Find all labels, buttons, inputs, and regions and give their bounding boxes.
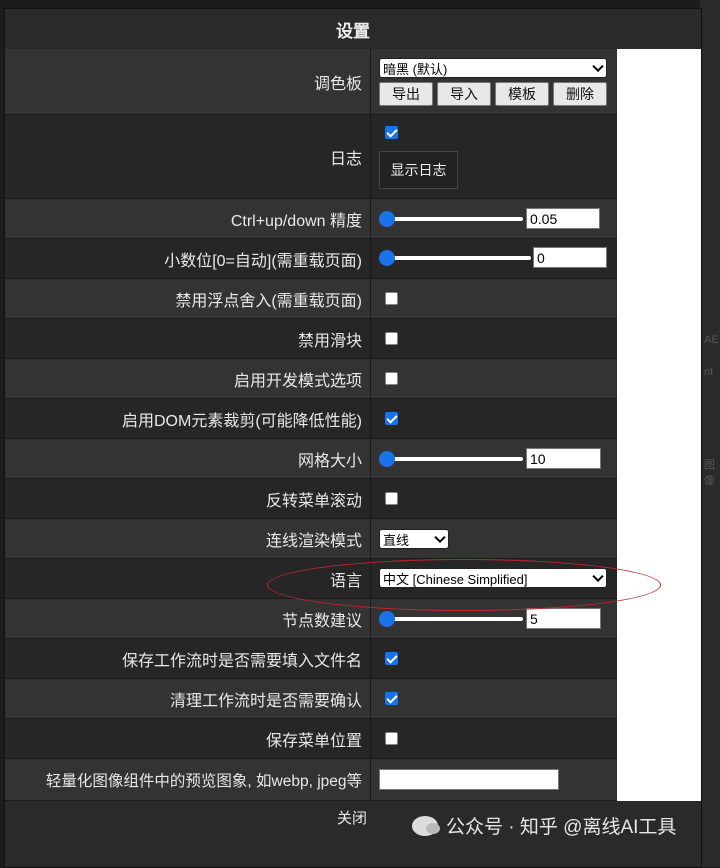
setting-label: 连线渲染模式 (5, 519, 371, 558)
slider-thumb[interactable] (379, 211, 395, 227)
link-render-mode-value: 直线 (383, 532, 410, 548)
preview-format-input[interactable] (379, 769, 559, 790)
setting-row-prompt-filename: 保存工作流时是否需要填入文件名 (5, 639, 617, 679)
setting-label: 反转菜单滚动 (5, 479, 371, 518)
language-select-value: 中文 [Chinese Simplified] (383, 571, 528, 587)
background-text: AE (704, 334, 719, 346)
setting-row-language: 语言 中文 [Chinese Simplified] (5, 559, 617, 599)
show-log-button[interactable]: 显示日志 (379, 151, 458, 189)
export-button[interactable]: 导出 (379, 82, 433, 106)
setting-row-log: 日志 显示日志 (5, 115, 617, 199)
setting-row-link-render-mode: 连线渲染模式 直线 (5, 519, 617, 559)
setting-label: 禁用滑块 (5, 319, 371, 358)
background-text: 图像 (704, 459, 715, 487)
setting-label: 节点数建议 (5, 599, 371, 638)
setting-label: 保存菜单位置 (5, 719, 371, 758)
setting-label: 小数位[0=自动](需重载页面) (5, 239, 371, 278)
setting-row-grid-size: 网格大小 10 (5, 439, 617, 479)
setting-row-palette: 调色板 暗黑 (默认) 导出 导入 模板 删除 (5, 49, 617, 115)
dialog-side-pane (617, 49, 701, 801)
chevron-down-icon (592, 570, 604, 583)
setting-row-decimal-places: 小数位[0=自动](需重载页面) 0 (5, 239, 617, 279)
setting-row-confirm-clear: 清理工作流时是否需要确认 (5, 679, 617, 719)
slider-track (379, 617, 523, 621)
slider-thumb[interactable] (379, 451, 395, 467)
setting-label: 启用开发模式选项 (5, 359, 371, 398)
setting-label: 语言 (5, 559, 371, 598)
close-button[interactable]: 关闭 (337, 807, 367, 828)
wechat-icon (412, 815, 440, 836)
setting-row-save-menu-position: 保存菜单位置 (5, 719, 617, 759)
disable-float-round-checkbox[interactable] (385, 292, 398, 305)
setting-row-node-suggestions: 节点数建议 5 (5, 599, 617, 639)
template-button[interactable]: 模板 (495, 82, 549, 106)
setting-row-dom-clipping: 启用DOM元素裁剪(可能降低性能) (5, 399, 617, 439)
palette-select-value: 暗黑 (默认) (383, 61, 448, 77)
setting-row-invert-menu-scroll: 反转菜单滚动 (5, 479, 617, 519)
background-text: nt (704, 366, 714, 378)
grid-size-input[interactable]: 10 (526, 448, 601, 469)
setting-label: 轻量化图像组件中的预览图象, 如webp, jpeg等 (5, 759, 371, 800)
grid-size-slider[interactable] (379, 451, 523, 467)
setting-label: 网格大小 (5, 439, 371, 478)
slider-thumb[interactable] (379, 250, 395, 266)
node-suggestions-slider[interactable] (379, 611, 523, 627)
node-suggestions-input[interactable]: 5 (526, 608, 601, 629)
decimal-places-slider[interactable] (379, 250, 531, 266)
palette-select[interactable]: 暗黑 (默认) (379, 58, 607, 78)
delete-button[interactable]: 删除 (553, 82, 607, 106)
setting-label: 日志 (5, 115, 371, 198)
link-render-mode-select[interactable]: 直线 (379, 529, 449, 549)
setting-row-disable-slider: 禁用滑块 (5, 319, 617, 359)
setting-row-preview-format: 轻量化图像组件中的预览图象, 如webp, jpeg等 (5, 759, 617, 801)
watermark: 公众号 · 知乎 @离线AI工具 (412, 812, 676, 839)
setting-label: 保存工作流时是否需要填入文件名 (5, 639, 371, 678)
import-button[interactable]: 导入 (437, 82, 491, 106)
decimal-places-input[interactable]: 0 (533, 247, 607, 268)
setting-label: 调色板 (5, 49, 371, 114)
chevron-down-icon (592, 60, 604, 73)
setting-label: 清理工作流时是否需要确认 (5, 679, 371, 718)
slider-thumb[interactable] (379, 611, 395, 627)
chevron-down-icon (434, 531, 446, 544)
slider-track (379, 457, 523, 461)
setting-row-disable-float-round: 禁用浮点舍入(需重载页面) (5, 279, 617, 319)
settings-dialog: 设置 调色板 暗黑 (默认) 导出 导入 模板 删除 日志 显示日志 Ctrl+… (4, 8, 702, 868)
dom-clipping-checkbox[interactable] (385, 412, 398, 425)
prompt-filename-checkbox[interactable] (385, 652, 398, 665)
language-select[interactable]: 中文 [Chinese Simplified] (379, 568, 607, 588)
background-right-panel: AE nt 图像 (700, 0, 720, 867)
setting-label: Ctrl+up/down 精度 (5, 199, 371, 238)
dialog-title: 设置 (5, 9, 701, 50)
save-menu-position-checkbox[interactable] (385, 732, 398, 745)
slider-track (379, 256, 531, 260)
ctrl-precision-slider[interactable] (379, 211, 523, 227)
setting-row-ctrl-precision: Ctrl+up/down 精度 0.05 (5, 199, 617, 239)
ctrl-precision-input[interactable]: 0.05 (526, 208, 600, 229)
dev-mode-checkbox[interactable] (385, 372, 398, 385)
setting-row-dev-mode: 启用开发模式选项 (5, 359, 617, 399)
disable-slider-checkbox[interactable] (385, 332, 398, 345)
invert-menu-scroll-checkbox[interactable] (385, 492, 398, 505)
log-checkbox[interactable] (385, 126, 398, 139)
confirm-clear-checkbox[interactable] (385, 692, 398, 705)
setting-label: 启用DOM元素裁剪(可能降低性能) (5, 399, 371, 438)
setting-label: 禁用浮点舍入(需重载页面) (5, 279, 371, 318)
slider-track (379, 217, 523, 221)
watermark-text: 公众号 · 知乎 @离线AI工具 (446, 817, 677, 838)
